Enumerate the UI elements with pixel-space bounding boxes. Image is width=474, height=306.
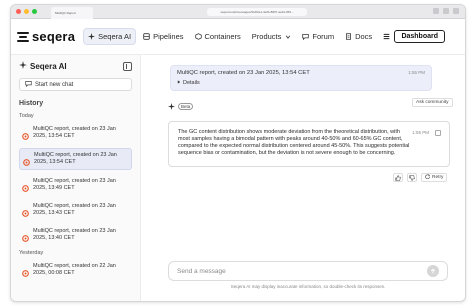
nav-docs[interactable]: Docs — [341, 29, 376, 44]
minimize-window-icon[interactable] — [24, 9, 29, 14]
pipelines-icon — [143, 33, 150, 40]
history-item-text: MultiQC report, created on 22 Jan 2025, … — [33, 263, 116, 276]
share-icon[interactable] — [433, 8, 439, 14]
browser-chrome: MultiQC Report seqera.io/ai/messages/9c0… — [11, 5, 465, 19]
assistant-message-time: 1:55 PM — [412, 130, 429, 135]
sidebar-header: Seqera AI — [19, 61, 132, 71]
chat-main: MultiQC report, created on 23 Jan 2025, … — [142, 55, 465, 301]
window-controls — [16, 9, 37, 14]
address-bar[interactable]: seqera.io/ai/messages/9c0f2a1-4e6b-8807-… — [207, 8, 307, 16]
docs-icon — [345, 33, 352, 40]
details-label: Details — [183, 80, 200, 86]
nav-forum-label: Forum — [312, 32, 335, 41]
caret-right-icon — [177, 80, 181, 86]
user-message-time: 1:55 PM — [408, 70, 425, 75]
nav-pipelines-label: Pipelines — [153, 32, 184, 41]
history-item[interactable]: MultiQC report, created on 23 Jan 2025, … — [19, 225, 132, 245]
history-item-text: MultiQC report, created on 23 Jan 2025, … — [33, 126, 116, 139]
brand-logo[interactable]: seqera — [17, 29, 75, 44]
browser-tab[interactable]: MultiQC Report — [51, 7, 93, 19]
history-item-text: MultiQC report, created on 23 Jan 2025, … — [33, 178, 116, 191]
nav-containers[interactable]: Containers — [191, 29, 245, 44]
sidebar: Seqera AI Start new chat History Today M… — [11, 55, 141, 301]
sparkle-icon — [88, 33, 96, 40]
assistant-header: Beta — [168, 97, 194, 115]
multiqc-report-icon — [22, 264, 29, 277]
browser-actions — [433, 8, 459, 14]
nav-products[interactable]: Products — [248, 29, 296, 44]
history-item-text: MultiQC report, created on 23 Jan 2025, … — [33, 228, 116, 241]
nav-pipelines[interactable]: Pipelines — [139, 29, 187, 44]
multiqc-report-icon — [22, 204, 29, 217]
hamburger-menu-icon — [383, 33, 390, 40]
seqera-logo-icon — [17, 31, 29, 43]
message-actions: Retry — [393, 173, 448, 182]
send-button[interactable] — [427, 265, 439, 277]
user-message: MultiQC report, created on 23 Jan 2025, … — [170, 65, 432, 91]
sidebar-title-text: Seqera AI — [30, 61, 67, 71]
message-input[interactable] — [177, 267, 427, 275]
thumbs-down-icon[interactable] — [407, 173, 417, 182]
history-group-yesterday: Yesterday — [19, 250, 44, 256]
url-text: seqera.io/ai/messages/9c0f2a1-4e6b-8807-… — [220, 10, 294, 14]
forum-icon — [302, 33, 310, 40]
ask-community-button[interactable]: Ask community — [412, 98, 453, 107]
history-item[interactable]: MultiQC report, created on 23 Jan 2025, … — [19, 200, 132, 220]
history-item-active[interactable]: MultiQC report, created on 23 Jan 2025, … — [19, 148, 132, 170]
history-heading: History — [19, 100, 44, 107]
thumbs-up-icon[interactable] — [393, 173, 403, 182]
tabs-overview-icon[interactable] — [453, 8, 459, 14]
new-chat-label: Start new chat — [35, 81, 74, 88]
browser-window: MultiQC Report seqera.io/ai/messages/9c0… — [10, 4, 466, 302]
nav-containers-label: Containers — [204, 32, 241, 41]
nav-products-label: Products — [251, 32, 282, 41]
history-item-text: MultiQC report, created on 23 Jan 2025, … — [33, 203, 116, 216]
assistant-message: The GC content distribution shows modera… — [168, 121, 450, 167]
chevron-down-icon — [284, 33, 291, 40]
nav-seqera-ai-label: Seqera AI — [98, 32, 132, 41]
sparkle-icon — [19, 61, 27, 71]
dashboard-button[interactable]: Dashboard — [394, 30, 445, 43]
assistant-message-text: The GC content distribution shows modera… — [178, 129, 410, 156]
history-item[interactable]: MultiQC report, created on 22 Jan 2025, … — [19, 260, 132, 280]
history-group-today: Today — [19, 113, 34, 119]
retry-label: Retry — [432, 175, 444, 180]
user-message-text: MultiQC report, created on 23 Jan 2025, … — [177, 70, 310, 76]
containers-icon — [194, 33, 202, 40]
retry-button[interactable]: Retry — [421, 173, 448, 182]
nav-seqera-ai[interactable]: Seqera AI — [83, 28, 137, 45]
browser-tab-label: MultiQC Report — [55, 11, 76, 15]
new-tab-icon[interactable] — [443, 8, 449, 14]
retry-icon — [425, 174, 430, 181]
details-toggle[interactable]: Details — [177, 80, 425, 86]
multiqc-report-icon — [22, 127, 29, 140]
nav-docs-label: Docs — [355, 32, 373, 41]
multiqc-report-icon — [23, 153, 30, 166]
new-chat-button[interactable]: Start new chat — [19, 78, 132, 91]
message-composer — [168, 261, 448, 281]
sidebar-title: Seqera AI — [19, 61, 67, 71]
multiqc-report-icon — [22, 229, 29, 242]
nav-forum[interactable]: Forum — [298, 29, 338, 44]
copy-icon[interactable] — [435, 130, 441, 136]
beta-badge: Beta — [178, 102, 194, 110]
maximize-window-icon[interactable] — [32, 9, 37, 14]
top-navigation: seqera Seqera AI Pipelines Containers Pr… — [11, 19, 465, 55]
brand-name: seqera — [32, 29, 76, 44]
disclaimer-text: Seqera AI may display inaccurate informa… — [230, 284, 386, 289]
collapse-sidebar-icon[interactable] — [123, 61, 132, 71]
history-item[interactable]: MultiQC report, created on 23 Jan 2025, … — [19, 123, 132, 143]
close-window-icon[interactable] — [16, 9, 21, 14]
multiqc-report-icon — [22, 179, 29, 192]
sparkle-icon — [168, 97, 175, 115]
history-item[interactable]: MultiQC report, created on 23 Jan 2025, … — [19, 175, 132, 195]
chat-bubble-icon — [25, 80, 32, 89]
history-item-text: MultiQC report, created on 23 Jan 2025, … — [34, 152, 117, 165]
